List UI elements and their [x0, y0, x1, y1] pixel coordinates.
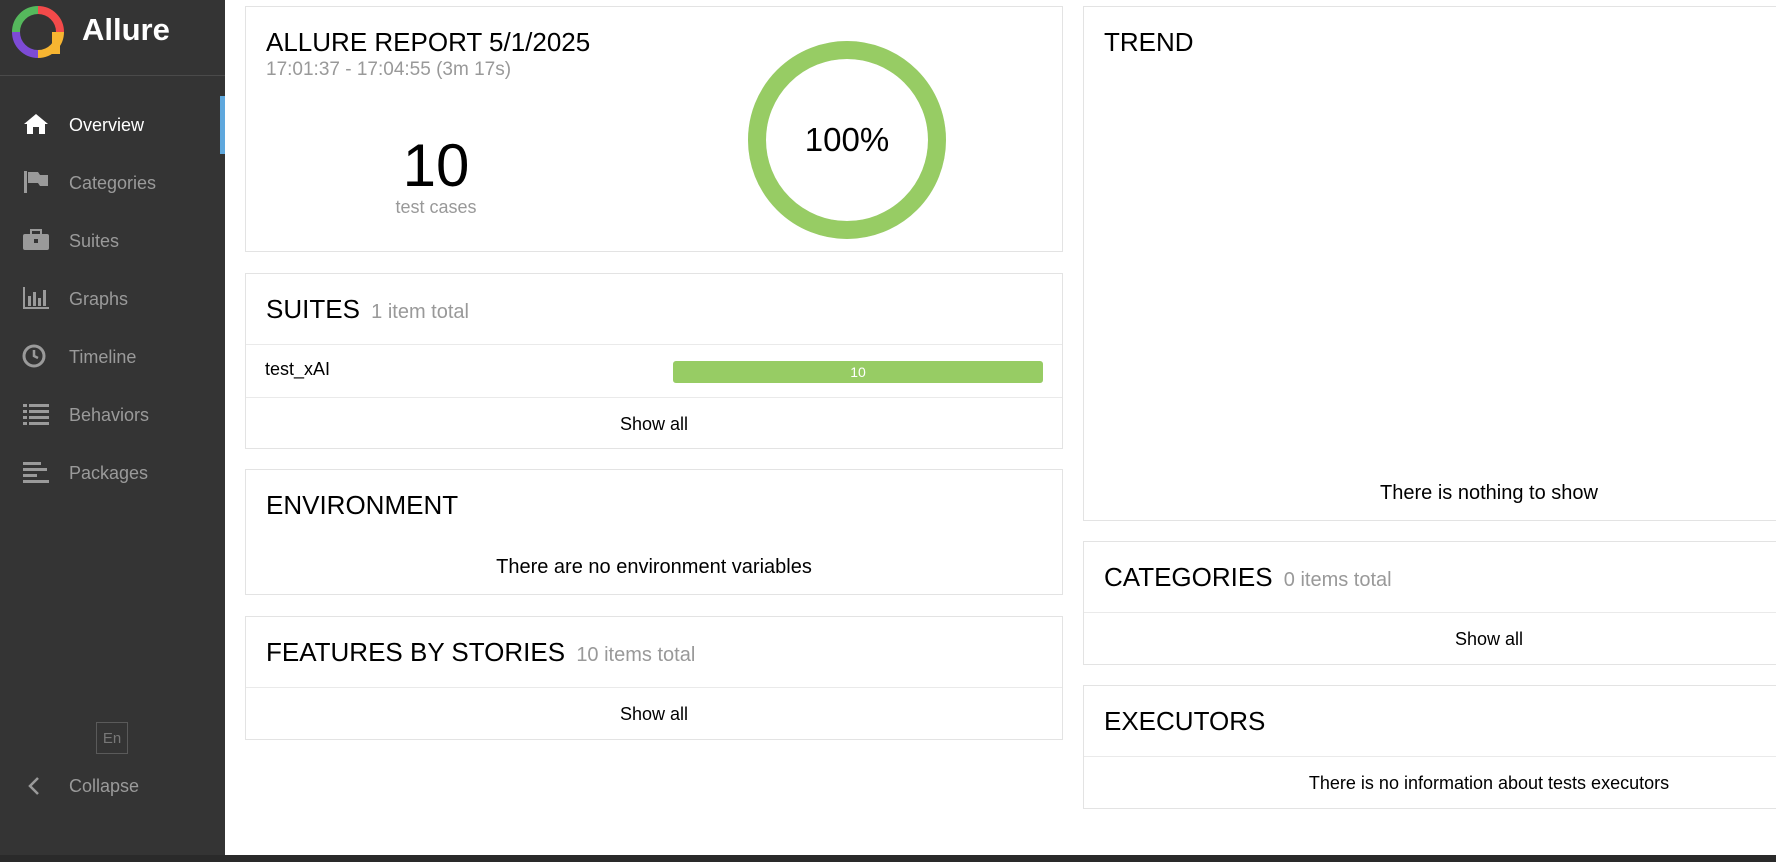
- test-count-label: test cases: [395, 197, 477, 217]
- sidebar-item-label: Suites: [69, 231, 120, 251]
- sidebar-item-label: Categories: [69, 173, 157, 193]
- environment-widget: ENVIRONMENT There are no environment var…: [245, 469, 1063, 595]
- list-icon: [23, 404, 49, 425]
- brand: Allure: [0, 0, 225, 76]
- environment-empty-text: There are no environment variables: [496, 556, 812, 578]
- report-title: ALLURE REPORT 5/1/2025: [266, 27, 591, 57]
- sidebar-item-label: Graphs: [69, 289, 129, 309]
- test-count: 10: [402, 132, 470, 199]
- suites-count: 1 item total: [371, 301, 469, 323]
- sidebar-item-label: Behaviors: [69, 405, 150, 425]
- divider: [1084, 612, 1776, 613]
- categories-header: CATEGORIES 0 items total: [1104, 562, 1392, 593]
- summary-widget: ALLURE REPORT 5/1/2025 17:01:37 - 17:04:…: [245, 6, 1063, 252]
- sidebar-item-label: Timeline: [69, 347, 137, 367]
- sidebar-item-overview[interactable]: Overview: [0, 96, 225, 154]
- categories-title: CATEGORIES: [1104, 562, 1273, 592]
- categories-widget: CATEGORIES 0 items total Show all: [1083, 541, 1776, 665]
- trend-empty-text: There is nothing to show: [1380, 482, 1598, 504]
- language-button[interactable]: En: [96, 722, 128, 754]
- executors-widget: EXECUTORS There is no information about …: [1083, 685, 1776, 809]
- trend-title: TREND: [1104, 27, 1194, 57]
- collapse-label: Collapse: [69, 776, 140, 796]
- sidebar: Allure Overview Categories Suites Graphs…: [0, 0, 225, 862]
- align-left-icon: [23, 462, 49, 483]
- categories-count: 0 items total: [1283, 569, 1392, 591]
- suite-status-bar: 10: [673, 361, 1043, 383]
- trend-widget: TREND There is nothing to show: [1083, 6, 1776, 521]
- features-show-all-link[interactable]: Show all: [246, 704, 1062, 725]
- suites-title: SUITES: [266, 294, 360, 324]
- home-icon: [24, 114, 48, 134]
- sidebar-item-label: Packages: [69, 463, 149, 483]
- briefcase-icon: [23, 229, 49, 250]
- sidebar-item-label: Overview: [69, 115, 145, 135]
- suites-show-all-link[interactable]: Show all: [246, 414, 1062, 435]
- chevron-left-icon: [28, 777, 39, 795]
- features-widget: FEATURES BY STORIES 10 items total Show …: [245, 616, 1063, 740]
- collapse-button[interactable]: Collapse: [0, 770, 225, 802]
- suite-name: test_xAI: [265, 359, 331, 379]
- divider: [246, 397, 1062, 398]
- pass-rate-text: 100%: [804, 121, 890, 158]
- features-count: 10 items total: [576, 644, 696, 666]
- allure-logo-icon: [12, 6, 64, 58]
- executors-empty-text: There is no information about tests exec…: [1308, 773, 1670, 793]
- flag-icon: [24, 171, 48, 193]
- report-time-range: 17:01:37 - 17:04:55 (3m 17s): [266, 59, 512, 80]
- sidebar-item-behaviors[interactable]: Behaviors: [0, 386, 225, 444]
- sidebar-nav: Overview Categories Suites Graphs Timeli…: [0, 96, 225, 502]
- sidebar-item-graphs[interactable]: Graphs: [0, 270, 225, 328]
- divider: [1084, 756, 1776, 757]
- window-bottom-bar: [0, 855, 1776, 862]
- sidebar-item-categories[interactable]: Categories: [0, 154, 225, 212]
- app-name: Allure: [82, 12, 170, 47]
- environment-title: ENVIRONMENT: [266, 490, 459, 520]
- bar-chart-icon: [23, 287, 49, 309]
- executors-title: EXECUTORS: [1104, 706, 1266, 736]
- sidebar-item-timeline[interactable]: Timeline: [0, 328, 225, 386]
- features-header: FEATURES BY STORIES 10 items total: [266, 637, 695, 668]
- clock-icon: [22, 344, 46, 368]
- table-row[interactable]: test_xAI 10: [246, 345, 1062, 397]
- suite-passed-bar: 10: [673, 361, 1043, 383]
- suite-passed-count: 10: [850, 364, 866, 380]
- sidebar-item-suites[interactable]: Suites: [0, 212, 225, 270]
- divider: [246, 687, 1062, 688]
- suites-widget: SUITES 1 item total test_xAI 10 Show all: [245, 273, 1063, 449]
- suites-header: SUITES 1 item total: [266, 294, 469, 325]
- categories-show-all-link[interactable]: Show all: [1084, 629, 1776, 650]
- sidebar-item-packages[interactable]: Packages: [0, 444, 225, 502]
- features-title: FEATURES BY STORIES: [266, 637, 566, 667]
